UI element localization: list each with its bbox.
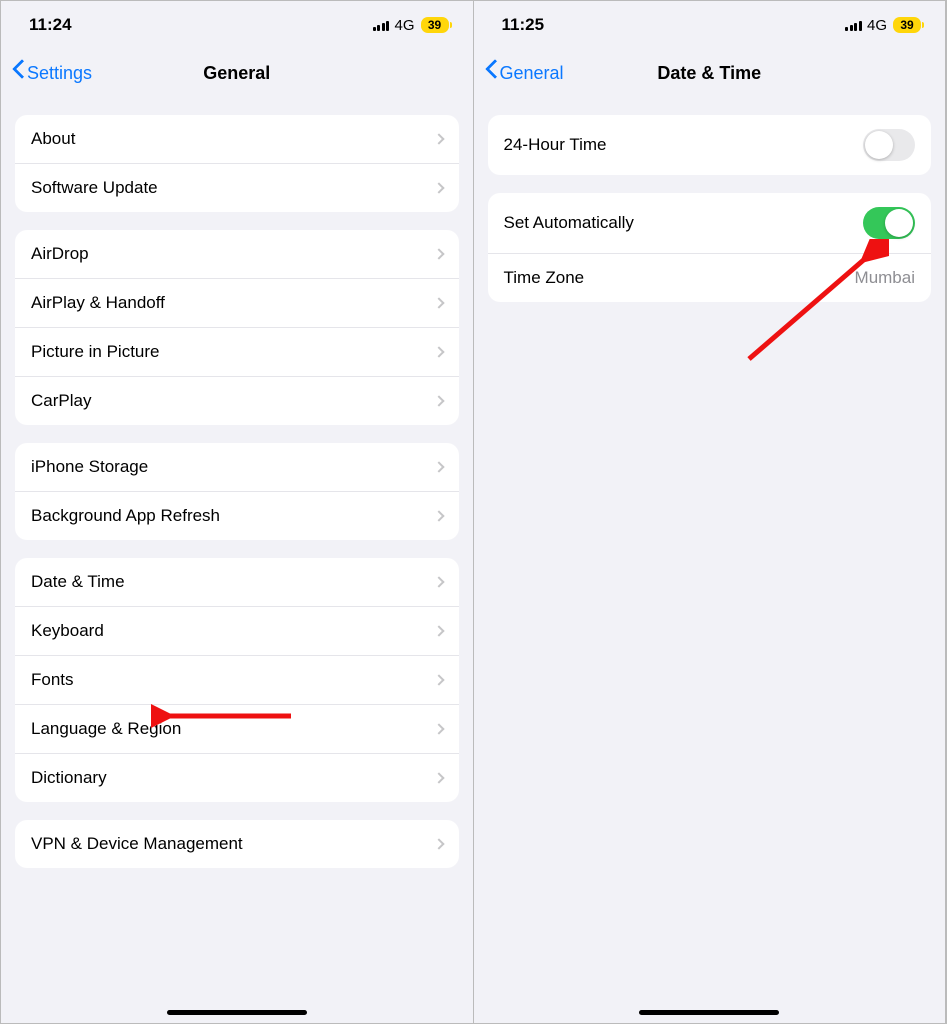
row-carplay[interactable]: CarPlay (15, 377, 459, 425)
row-label: Time Zone (504, 268, 585, 288)
row-label: Set Automatically (504, 213, 634, 233)
chevron-right-icon (433, 346, 444, 357)
row-fonts[interactable]: Fonts (15, 656, 459, 705)
nav-bar: Settings General (1, 49, 473, 97)
row-airplay-handoff[interactable]: AirPlay & Handoff (15, 279, 459, 328)
row-label: 24-Hour Time (504, 135, 607, 155)
group-24hour: 24-Hour Time (488, 115, 932, 175)
status-time: 11:24 (29, 15, 72, 35)
row-label: About (31, 129, 75, 149)
row-label: CarPlay (31, 391, 91, 411)
phone-date-time-settings: 11:25 4G 39 General Date & Time 24-Hour … (474, 1, 947, 1023)
row-time-zone[interactable]: Time Zone Mumbai (488, 254, 932, 302)
chevron-right-icon (433, 772, 444, 783)
status-bar: 11:24 4G 39 (1, 1, 473, 49)
group-storage: iPhone Storage Background App Refresh (15, 443, 459, 540)
chevron-right-icon (433, 723, 444, 734)
row-dictionary[interactable]: Dictionary (15, 754, 459, 802)
chevron-right-icon (433, 625, 444, 636)
back-label: General (500, 63, 564, 84)
row-label: Keyboard (31, 621, 104, 641)
chevron-right-icon (433, 510, 444, 521)
status-bar: 11:25 4G 39 (474, 1, 946, 49)
chevron-right-icon (433, 674, 444, 685)
group-date-time: Date & Time Keyboard Fonts Language & Re… (15, 558, 459, 802)
status-right: 4G 39 (845, 17, 921, 34)
group-vpn: VPN & Device Management (15, 820, 459, 868)
row-date-time[interactable]: Date & Time (15, 558, 459, 607)
time-zone-value: Mumbai (855, 268, 915, 288)
row-label: Language & Region (31, 719, 181, 739)
row-iphone-storage[interactable]: iPhone Storage (15, 443, 459, 492)
row-label: iPhone Storage (31, 457, 148, 477)
chevron-right-icon (433, 395, 444, 406)
row-label: VPN & Device Management (31, 834, 243, 854)
chevron-right-icon (433, 838, 444, 849)
row-picture-in-picture[interactable]: Picture in Picture (15, 328, 459, 377)
row-label: Dictionary (31, 768, 107, 788)
row-background-app-refresh[interactable]: Background App Refresh (15, 492, 459, 540)
row-label: AirPlay & Handoff (31, 293, 165, 313)
chevron-right-icon (433, 576, 444, 587)
row-label: Picture in Picture (31, 342, 160, 362)
page-title: General (203, 63, 270, 84)
row-about[interactable]: About (15, 115, 459, 164)
row-vpn-device-management[interactable]: VPN & Device Management (15, 820, 459, 868)
back-button[interactable]: General (484, 62, 564, 84)
chevron-right-icon (433, 297, 444, 308)
page-title: Date & Time (657, 63, 761, 84)
toggle-set-automatically[interactable] (863, 207, 915, 239)
row-keyboard[interactable]: Keyboard (15, 607, 459, 656)
toggle-24-hour[interactable] (863, 129, 915, 161)
row-label: AirDrop (31, 244, 89, 264)
network-label: 4G (867, 17, 887, 34)
status-right: 4G 39 (373, 17, 449, 34)
row-language-region[interactable]: Language & Region (15, 705, 459, 754)
chevron-right-icon (433, 182, 444, 193)
battery-icon: 39 (893, 17, 921, 33)
battery-icon: 39 (421, 17, 449, 33)
row-label: Date & Time (31, 572, 125, 592)
phone-general-settings: 11:24 4G 39 Settings General About Softw… (1, 1, 474, 1023)
chevron-left-icon (11, 62, 25, 84)
chevron-right-icon (433, 133, 444, 144)
row-label: Fonts (31, 670, 74, 690)
row-airdrop[interactable]: AirDrop (15, 230, 459, 279)
group-airdrop: AirDrop AirPlay & Handoff Picture in Pic… (15, 230, 459, 425)
network-label: 4G (394, 17, 414, 34)
row-set-automatically[interactable]: Set Automatically (488, 193, 932, 254)
back-label: Settings (27, 63, 92, 84)
row-label: Background App Refresh (31, 506, 220, 526)
chevron-right-icon (433, 248, 444, 259)
back-button[interactable]: Settings (11, 62, 92, 84)
group-set-auto: Set Automatically Time Zone Mumbai (488, 193, 932, 302)
group-about: About Software Update (15, 115, 459, 212)
signal-icon (845, 19, 862, 31)
row-label: Software Update (31, 178, 158, 198)
home-indicator[interactable] (167, 1010, 307, 1015)
chevron-right-icon (433, 461, 444, 472)
chevron-left-icon (484, 62, 498, 84)
home-indicator[interactable] (639, 1010, 779, 1015)
row-software-update[interactable]: Software Update (15, 164, 459, 212)
nav-bar: General Date & Time (474, 49, 946, 97)
status-time: 11:25 (502, 15, 545, 35)
row-24-hour-time[interactable]: 24-Hour Time (488, 115, 932, 175)
signal-icon (373, 19, 390, 31)
